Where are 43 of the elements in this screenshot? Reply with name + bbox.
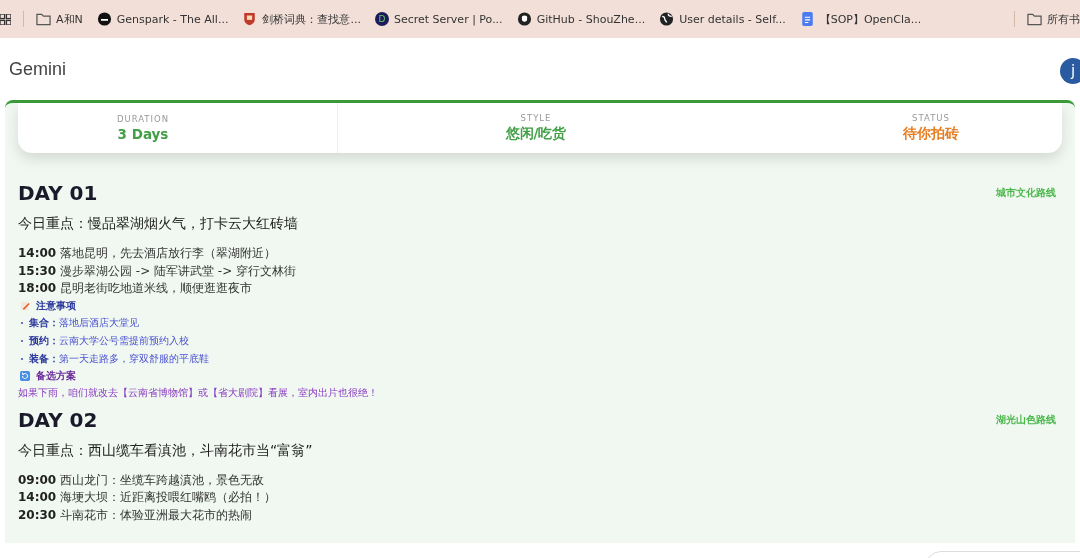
bookmark[interactable]: 【SOP】OpenCla...	[799, 11, 922, 27]
bookmark[interactable]: 剑桥词典：查找意...	[242, 11, 361, 27]
memo-icon	[20, 300, 30, 311]
shield-icon	[242, 12, 258, 26]
route-tag: 湖光山色路线	[996, 412, 1056, 427]
schedule-item: 20:30 斗南花市：体验亚洲最大花市的热闹	[18, 506, 254, 524]
day-title: DAY 01	[18, 181, 98, 205]
globe-icon	[659, 12, 675, 26]
day-title: DAY 02	[18, 407, 98, 432]
note-item: 装备：第一天走路多，穿双舒服的平底鞋	[29, 351, 209, 366]
day-focus: 今日重点：西山缆车看滇池，斗南花市当“富翁”	[18, 441, 314, 460]
backup-text: 如果下雨，咱们就改去【云南省博物馆】或【省大剧院】看展，室内出片也很绝！	[18, 385, 379, 400]
folder-icon	[36, 12, 51, 26]
backup-heading: 备选方案	[36, 368, 76, 383]
refresh-icon	[20, 370, 30, 381]
schedule-item: 14:00 海埂大坝：近距离投喂红嘴鸥（必拍！）	[18, 489, 278, 506]
schedule-item: 14:00 落地昆明，先去酒店放行李（翠湖附近）	[18, 245, 278, 262]
day-focus: 今日重点：慢品翠湖烟火气，打卡云大红砖墙	[18, 215, 299, 233]
stat-label: DURATION	[116, 114, 170, 124]
note-item: 集合：落地后酒店大堂见	[29, 315, 139, 330]
schedule-item: 15:30 漫步翠湖公园 -> 陆军讲武堂 -> 穿行文林街	[18, 262, 298, 280]
stat-label: STYLE	[520, 113, 552, 123]
apps-icon[interactable]	[0, 13, 11, 25]
avatar[interactable]: j	[1060, 58, 1080, 84]
bookmark[interactable]: D Secret Server | Po...	[374, 12, 503, 26]
stat-label: STATUS	[912, 113, 950, 123]
bookmark[interactable]: GitHub - ShouZhe...	[516, 12, 646, 26]
route-tag: 城市文化路线	[996, 186, 1056, 200]
folder-icon	[1027, 12, 1042, 26]
bookmark[interactable]: A和N	[36, 11, 83, 27]
note-item: 预约：云南大学公号需提前预约入校	[29, 333, 189, 348]
notes-heading: 注意事项	[36, 298, 76, 313]
stat-value: 悠闲/吃货	[505, 125, 567, 143]
app-title: Gemini	[9, 58, 66, 80]
schedule-item: 18:00 昆明老街吃地道米线，顺便逛逛夜市	[18, 280, 254, 297]
document-icon	[799, 12, 815, 26]
bookmark[interactable]: Genspark - The All...	[96, 12, 229, 26]
schedule-item: 09:00 西山龙门：坐缆车跨越滇池，景色无敌	[18, 471, 266, 489]
all-bookmarks-folder[interactable]: 所有书	[1027, 11, 1080, 27]
stat-value: 3 Days	[117, 126, 169, 142]
letter-icon: D	[374, 12, 389, 26]
stat-value: 待你拍砖	[903, 125, 959, 143]
bookmark[interactable]: User details - Self...	[659, 12, 786, 26]
